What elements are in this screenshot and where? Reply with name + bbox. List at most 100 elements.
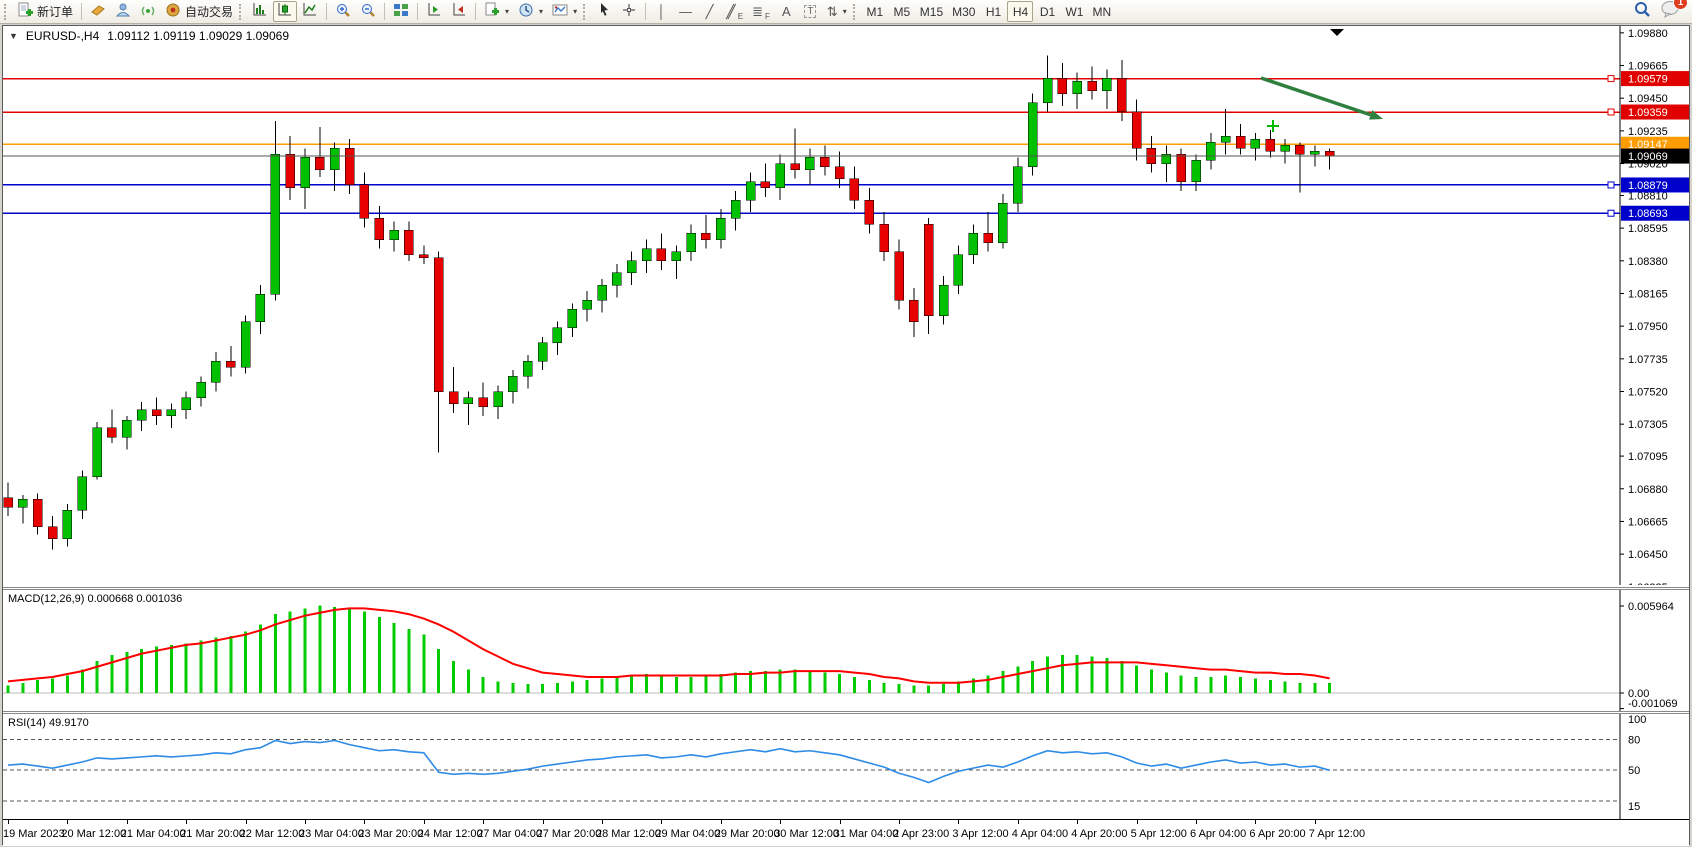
trendline-button[interactable]: ╱ xyxy=(698,1,721,22)
time-axis-label: 7 Apr 12:00 xyxy=(1309,828,1365,840)
line-chart-button[interactable] xyxy=(298,1,322,22)
auto-trading-button[interactable]: 自动交易 xyxy=(161,1,237,22)
time-axis-tick xyxy=(1018,820,1019,824)
svg-text:1.06235: 1.06235 xyxy=(1628,582,1668,585)
time-axis-tick xyxy=(661,820,662,824)
period-icon xyxy=(518,2,534,21)
svg-text:1.06450: 1.06450 xyxy=(1628,549,1668,561)
svg-text:1.09579: 1.09579 xyxy=(1628,74,1668,86)
periods-button[interactable]: ▾ xyxy=(514,1,547,22)
svg-text:100: 100 xyxy=(1628,714,1646,726)
fibonacci-icon: ≣ xyxy=(752,4,763,20)
svg-text:1.09665: 1.09665 xyxy=(1628,61,1668,73)
toolbar: 新订单 自动交易 xyxy=(0,0,1692,24)
timeframe-d1-button[interactable]: D1 xyxy=(1034,1,1060,22)
svg-text:15: 15 xyxy=(1628,801,1640,813)
macd-label: MACD(12,26,9) 0.000668 0.001036 xyxy=(8,593,182,605)
timeframe-m1-button[interactable]: M1 xyxy=(862,1,888,22)
time-axis-label: 21 Mar 20:00 xyxy=(180,828,245,840)
timeframe-w1-button[interactable]: W1 xyxy=(1061,1,1087,22)
community-button[interactable] xyxy=(111,1,135,22)
svg-text:50: 50 xyxy=(1628,765,1640,777)
text-label-icon: T xyxy=(804,5,816,18)
chart-title: ▼ EURUSD-,H4 1.09112 1.09119 1.09029 1.0… xyxy=(9,29,289,43)
tile-windows-button[interactable] xyxy=(389,1,413,22)
bar-chart-button[interactable] xyxy=(248,1,272,22)
timeframe-h4-button[interactable]: H4 xyxy=(1007,1,1033,22)
ticket-icon xyxy=(90,2,106,21)
channel-button[interactable]: ╱╱ E xyxy=(722,1,747,22)
panel-separator[interactable] xyxy=(3,587,1689,590)
new-order-button[interactable]: 新订单 xyxy=(13,1,77,22)
zoom-out-button[interactable] xyxy=(356,1,380,22)
fibonacci-button[interactable]: ≣ F xyxy=(748,1,774,22)
candlestick-chart-icon xyxy=(277,2,293,21)
time-axis-label: 28 Mar 12:00 xyxy=(596,828,661,840)
candles-layer xyxy=(4,56,1335,550)
toolbar-grip[interactable] xyxy=(239,4,244,20)
time-axis-tick xyxy=(364,820,365,824)
time-axis-label: 30 Mar 12:00 xyxy=(774,828,839,840)
templates-button[interactable]: ▾ xyxy=(548,1,581,22)
svg-text:80: 80 xyxy=(1628,734,1640,746)
zoom-in-icon xyxy=(335,2,351,21)
collapse-triangle-icon[interactable]: ▼ xyxy=(9,31,18,41)
zoom-in-button[interactable] xyxy=(331,1,355,22)
time-axis-tick xyxy=(127,820,128,824)
toolbar-grip[interactable] xyxy=(4,4,9,20)
text-label-button[interactable]: T xyxy=(799,1,822,22)
timeframe-h1-button[interactable]: H1 xyxy=(980,1,1006,22)
mt4-terminal: { "toolbar": { "new_order_label": "新订单",… xyxy=(0,0,1692,847)
chart-shift-button[interactable] xyxy=(422,1,446,22)
trendline-icon: ╱ xyxy=(706,4,714,20)
chevron-down-icon: ▾ xyxy=(505,7,509,16)
time-axis-tick xyxy=(1137,820,1138,824)
horizontal-line-button[interactable]: — xyxy=(674,1,697,22)
time-axis-tick xyxy=(899,820,900,824)
macd-panel[interactable]: 0.0059640.00-0.001069 xyxy=(3,590,1689,711)
signal-button[interactable] xyxy=(136,1,160,22)
new-chart-icon xyxy=(484,2,500,21)
svg-text:0.005964: 0.005964 xyxy=(1628,601,1674,613)
cursor-button[interactable] xyxy=(592,1,616,22)
time-axis-tick xyxy=(1077,820,1078,824)
time-axis[interactable]: 19 Mar 202320 Mar 12:0021 Mar 04:0021 Ma… xyxy=(3,819,1689,846)
timeframe-m30-button[interactable]: M30 xyxy=(948,1,979,22)
svg-text:1.09359: 1.09359 xyxy=(1628,107,1668,119)
chart-autoscroll-button[interactable] xyxy=(447,1,471,22)
text-tool-button[interactable]: A xyxy=(775,1,798,22)
chart-window: ▼ EURUSD-,H4 1.09112 1.09119 1.09029 1.0… xyxy=(2,25,1690,845)
time-axis-tick xyxy=(246,820,247,824)
arrows-button[interactable]: ⇅ ▾ xyxy=(823,1,851,22)
time-axis-label: 24 Mar 12:00 xyxy=(418,828,483,840)
candlestick-chart-button[interactable] xyxy=(273,1,297,22)
toolbar-grip[interactable] xyxy=(583,4,588,20)
rsi-panel[interactable]: 100 80 50 15 xyxy=(3,714,1689,819)
svg-text:1.07095: 1.07095 xyxy=(1628,451,1668,463)
time-axis-tick xyxy=(8,820,9,824)
chat-button[interactable]: 1 xyxy=(1661,0,1681,23)
toolbar-grip[interactable] xyxy=(853,4,858,20)
time-axis-label: 31 Mar 04:00 xyxy=(834,828,899,840)
tile-windows-icon xyxy=(393,2,409,21)
timeframe-mn-button[interactable]: MN xyxy=(1088,1,1115,22)
macd-signal-line xyxy=(8,608,1330,682)
time-axis-label: 3 Apr 12:00 xyxy=(952,828,1008,840)
fibonacci-sub-label: F xyxy=(765,12,770,21)
chart-autoscroll-icon xyxy=(451,2,467,21)
panel-separator[interactable] xyxy=(3,711,1689,714)
crosshair-button[interactable] xyxy=(617,1,641,22)
market-watch-button[interactable] xyxy=(86,1,110,22)
auto-trading-label: 自动交易 xyxy=(185,3,233,20)
time-axis-label: 29 Mar 04:00 xyxy=(655,828,720,840)
new-chart-button[interactable]: ▾ xyxy=(480,1,513,22)
main-price-chart[interactable]: 1.098801.096651.094501.092351.090201.088… xyxy=(3,26,1689,585)
timeframe-m5-button[interactable]: M5 xyxy=(889,1,915,22)
time-axis-tick xyxy=(780,820,781,824)
annotations-layer xyxy=(3,29,1620,216)
vertical-line-button[interactable]: │ xyxy=(650,1,673,22)
text-tool-icon: A xyxy=(782,4,791,19)
chevron-down-icon: ▾ xyxy=(843,7,847,16)
search-icon[interactable] xyxy=(1633,0,1651,23)
timeframe-m15-button[interactable]: M15 xyxy=(916,1,947,22)
